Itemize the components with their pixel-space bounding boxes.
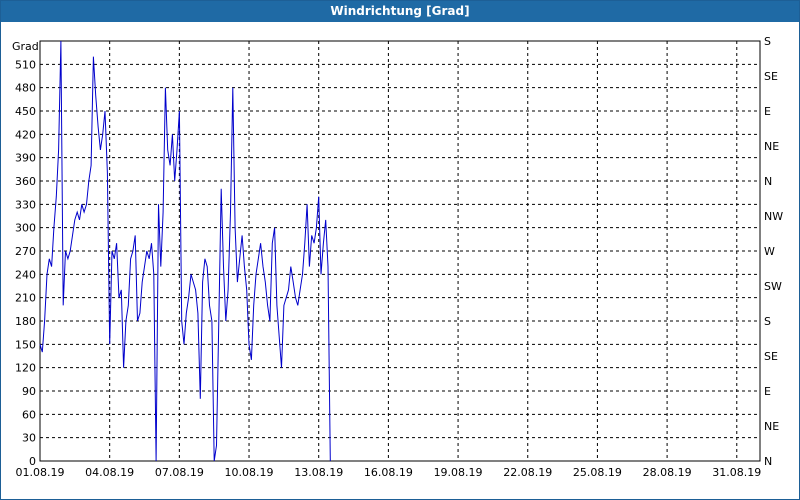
right-tick-label: N (764, 455, 772, 468)
y-tick-label: 180 (15, 315, 36, 328)
x-tick-label: 31.08.19 (712, 466, 761, 479)
x-tick-label: 04.08.19 (85, 466, 134, 479)
y-tick-label: 300 (15, 222, 36, 235)
y-tick-label: 450 (15, 105, 36, 118)
y-tick-label: 330 (15, 198, 36, 211)
right-tick-label: NE (764, 420, 779, 433)
right-tick-label: S (764, 315, 771, 328)
y-tick-label: 210 (15, 292, 36, 305)
x-tick-label: 19.08.19 (434, 466, 483, 479)
right-tick-label: S (764, 35, 771, 48)
y-tick-label: 480 (15, 82, 36, 95)
right-tick-label: E (764, 385, 771, 398)
y-tick-label: 60 (22, 408, 36, 421)
right-tick-label: NE (764, 140, 779, 153)
y-tick-label: 390 (15, 152, 36, 165)
right-tick-label: E (764, 105, 771, 118)
x-tick-label: 10.08.19 (225, 466, 274, 479)
y-tick-label: 420 (15, 128, 36, 141)
y-tick-label: 150 (15, 338, 36, 351)
x-ticks: 01.08.19 04.08.19 07.08.19 10.08.19 13.08.19… (16, 466, 762, 479)
x-tick-label: 28.08.19 (643, 466, 692, 479)
right-tick-label: SE (764, 350, 778, 363)
y-tick-label: 30 (22, 432, 36, 445)
y-tick-label: 90 (22, 385, 36, 398)
y-tick-label: 120 (15, 362, 36, 375)
y-tick-label: 270 (15, 245, 36, 258)
x-tick-label: 13.08.19 (294, 466, 343, 479)
y-tick-label: 510 (15, 58, 36, 71)
right-tick-label: NW (764, 210, 783, 223)
x-tick-label: 07.08.19 (155, 466, 204, 479)
x-tick-label: 16.08.19 (364, 466, 413, 479)
x-tick-label: 25.08.19 (573, 466, 622, 479)
right-tick-label: N (764, 175, 772, 188)
right-tick-label: W (764, 245, 775, 258)
right-tick-label: SE (764, 70, 778, 83)
y-tick-label: 240 (15, 268, 36, 281)
x-tick-label: 01.08.19 (16, 466, 65, 479)
right-ticks: N NE E SE S SW W NW N NE E SE S (764, 35, 783, 468)
x-tick-label: 22.08.19 (503, 466, 552, 479)
y-tick-label: 360 (15, 175, 36, 188)
y-axis-label: Grad (12, 40, 39, 53)
line-chart: Grad 03060901201501802102402703003303603… (12, 35, 783, 479)
right-tick-label: SW (764, 280, 782, 293)
y-ticks: 0306090120150180210240270300330360390420… (15, 58, 36, 468)
